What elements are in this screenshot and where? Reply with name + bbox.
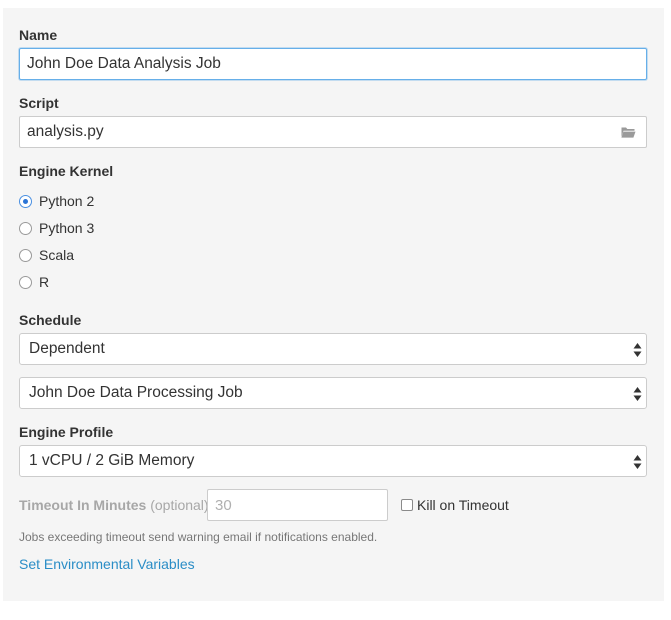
- timeout-input[interactable]: 30: [207, 489, 388, 521]
- schedule-label: Schedule: [19, 312, 82, 328]
- kill-on-timeout-label: Kill on Timeout: [417, 497, 509, 513]
- timeout-label-text: Timeout In Minutes: [19, 497, 147, 513]
- kill-on-timeout-checkbox[interactable]: [401, 499, 413, 511]
- radio-python3[interactable]: [19, 221, 32, 235]
- timeout-input-placeholder: 30: [215, 496, 232, 514]
- script-input[interactable]: analysis.py: [19, 116, 647, 148]
- radio-r[interactable]: [19, 275, 32, 289]
- kernel-option-python2[interactable]: Python 2: [19, 193, 94, 209]
- engine-profile-label: Engine Profile: [19, 424, 114, 440]
- script-input-value: analysis.py: [27, 123, 104, 140]
- folder-icon[interactable]: [621, 126, 636, 138]
- kernel-option-r[interactable]: R: [19, 274, 49, 290]
- script-label: Script: [19, 95, 59, 111]
- radio-scala[interactable]: [19, 248, 32, 262]
- select-arrows-icon: [633, 455, 642, 469]
- radio-python2[interactable]: [19, 194, 32, 208]
- radio-r-label: R: [39, 274, 50, 290]
- timeout-help-text: Jobs exceeding timeout send warning emai…: [19, 530, 378, 544]
- timeout-optional-text: (optional): [150, 497, 209, 513]
- schedule-select[interactable]: Dependent: [19, 333, 647, 365]
- engine-profile-select[interactable]: 1 vCPU / 2 GiB Memory: [19, 445, 647, 477]
- dependency-job-select-value: John Doe Data Processing Job: [29, 384, 243, 401]
- timeout-label: Timeout In Minutes (optional): [19, 497, 209, 513]
- kill-on-timeout[interactable]: Kill on Timeout: [401, 497, 509, 513]
- name-label: Name: [19, 27, 58, 43]
- select-arrows-icon: [633, 387, 642, 401]
- dependency-job-select[interactable]: John Doe Data Processing Job: [19, 377, 647, 409]
- engine-profile-select-value: 1 vCPU / 2 GiB Memory: [29, 452, 195, 469]
- name-input[interactable]: John Doe Data Analysis Job: [19, 48, 647, 80]
- schedule-select-value: Dependent: [29, 340, 105, 357]
- name-input-value: John Doe Data Analysis Job: [27, 55, 221, 72]
- kernel-option-python3[interactable]: Python 3: [19, 220, 94, 236]
- radio-python3-label: Python 3: [39, 220, 95, 236]
- radio-scala-label: Scala: [39, 247, 75, 263]
- radio-python2-label: Python 2: [39, 193, 95, 209]
- kernel-option-scala[interactable]: Scala: [19, 247, 74, 263]
- engine-kernel-label: Engine Kernel: [19, 163, 114, 179]
- select-arrows-icon: [633, 343, 642, 357]
- set-env-variables-link[interactable]: Set Environmental Variables: [19, 556, 195, 572]
